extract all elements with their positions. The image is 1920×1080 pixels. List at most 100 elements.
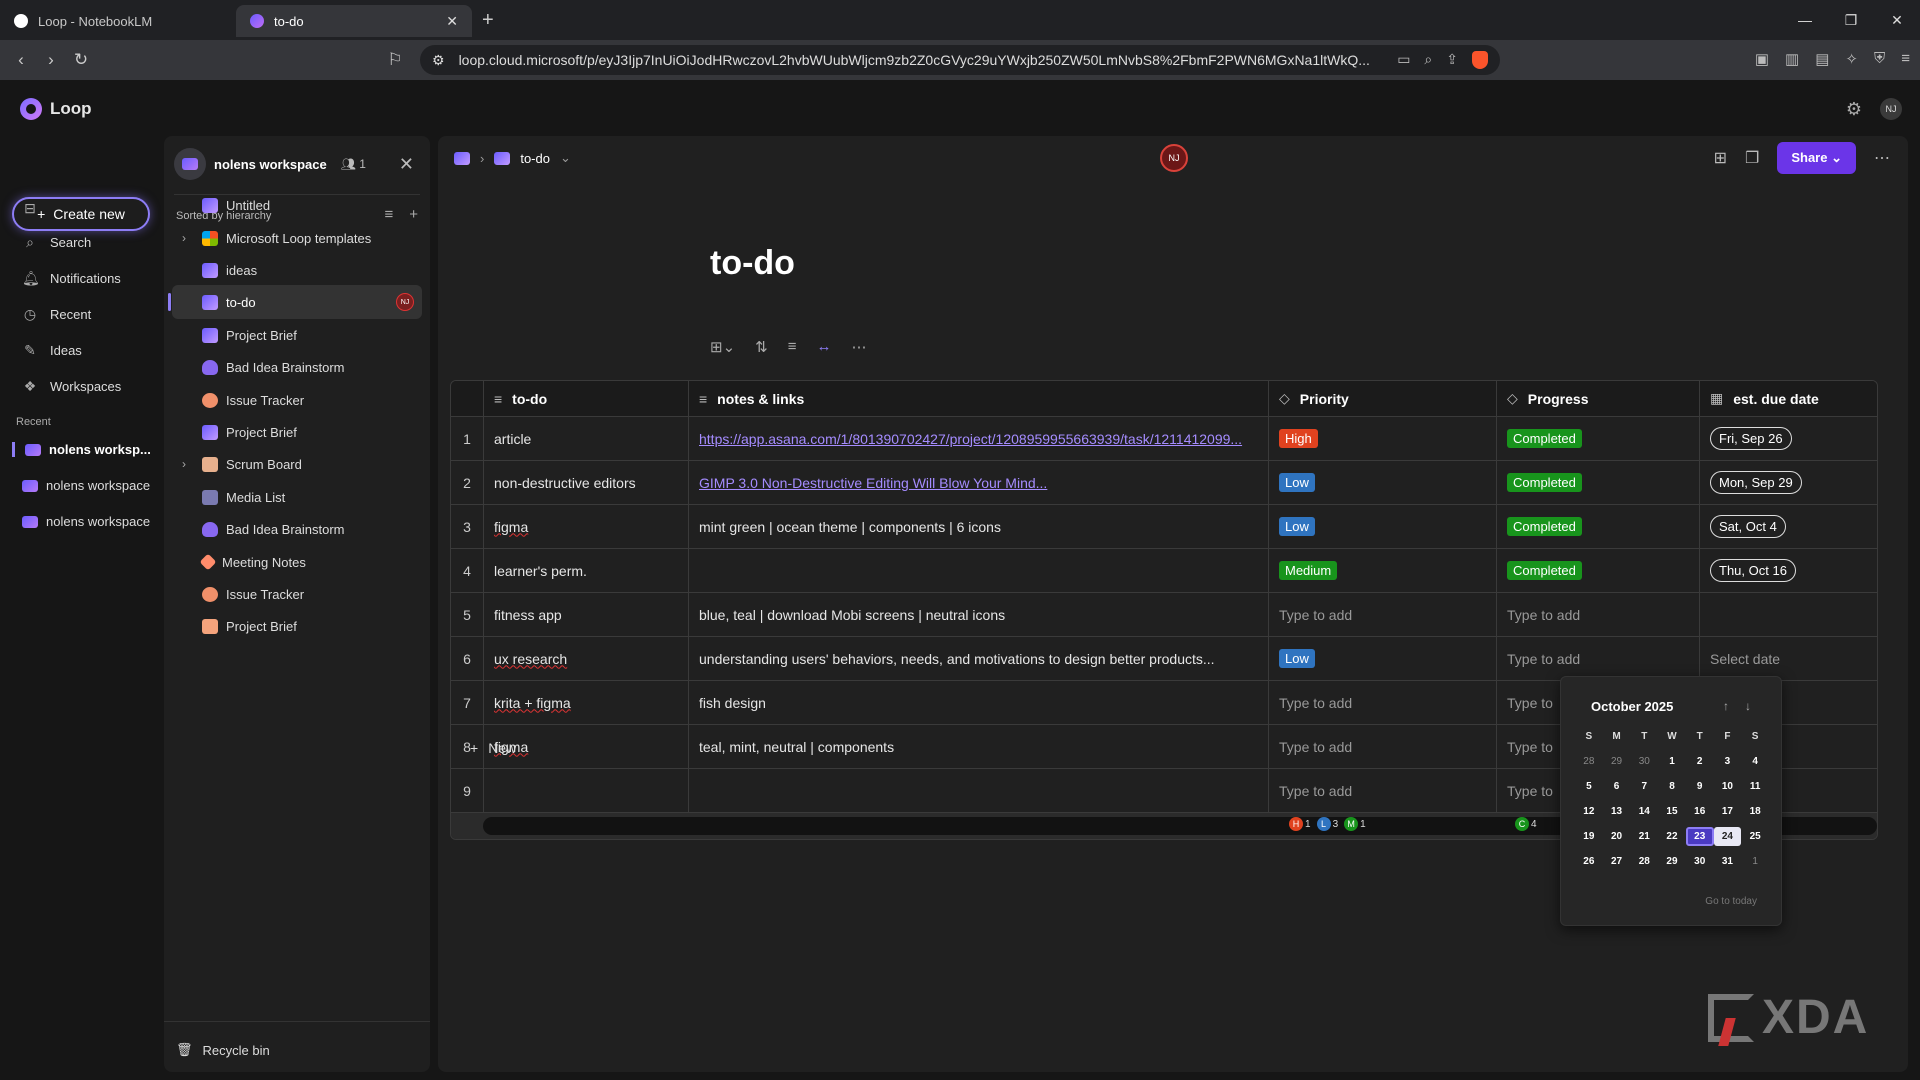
- notes-cell[interactable]: understanding users' behaviors, needs, a…: [689, 637, 1269, 680]
- chevron-right-icon[interactable]: ›: [182, 457, 186, 471]
- more-icon[interactable]: ⋯: [1874, 148, 1890, 168]
- notes-cell[interactable]: fish design: [689, 681, 1269, 724]
- page-title[interactable]: to-do: [710, 244, 795, 283]
- menu-icon[interactable]: ≡: [1901, 50, 1910, 68]
- progress-cell[interactable]: Type to add: [1497, 593, 1700, 636]
- tree-item[interactable]: Project Brief: [172, 415, 422, 449]
- calendar-day[interactable]: 30: [1686, 852, 1714, 871]
- due-date-cell[interactable]: Fri, Sep 26: [1700, 417, 1877, 460]
- calendar-day[interactable]: 26: [1575, 852, 1603, 871]
- calendar-day[interactable]: 11: [1741, 777, 1769, 796]
- due-date-cell[interactable]: Sat, Oct 4: [1700, 505, 1877, 548]
- workspace-name[interactable]: nolens workspace: [214, 157, 327, 172]
- priority-cell[interactable]: Type to add: [1269, 681, 1497, 724]
- calendar-day[interactable]: 25: [1741, 827, 1769, 846]
- calendar-day[interactable]: 29: [1603, 752, 1631, 771]
- filter-icon[interactable]: ≡: [788, 338, 797, 356]
- tree-item[interactable]: Issue Tracker: [172, 383, 422, 417]
- tree-item[interactable]: Project Brief: [172, 609, 422, 643]
- tree-item[interactable]: to-do NJ: [168, 285, 422, 319]
- leo-icon[interactable]: ✧: [1845, 50, 1858, 68]
- next-month-icon[interactable]: ↓: [1745, 699, 1751, 713]
- todo-cell[interactable]: ux research: [484, 637, 689, 680]
- calendar-day[interactable]: 4: [1741, 752, 1769, 771]
- calendar-day[interactable]: 27: [1603, 852, 1631, 871]
- calendar-day[interactable]: 21: [1630, 827, 1658, 846]
- chevron-right-icon[interactable]: ›: [182, 231, 186, 245]
- priority-cell[interactable]: Type to add: [1269, 769, 1497, 812]
- calendar-day[interactable]: 1: [1741, 852, 1769, 871]
- priority-cell[interactable]: Type to add: [1269, 725, 1497, 768]
- reload-icon[interactable]: ↻: [66, 50, 96, 70]
- breadcrumb-page[interactable]: to-do: [520, 151, 550, 166]
- calendar-day[interactable]: 1: [1658, 752, 1686, 771]
- priority-cell[interactable]: Low: [1269, 461, 1497, 504]
- calendar-day[interactable]: 13: [1603, 802, 1631, 821]
- calendar-day[interactable]: 29: [1658, 852, 1686, 871]
- column-header[interactable]: ◇ Progress: [1497, 381, 1700, 416]
- nav-search[interactable]: ⌕ Search: [22, 234, 91, 251]
- due-date-cell[interactable]: Select date: [1700, 637, 1877, 680]
- loop-logo[interactable]: Loop: [20, 98, 92, 120]
- restore-button[interactable]: ❐: [1828, 0, 1874, 40]
- tree-item[interactable]: Untitled: [172, 188, 422, 222]
- back-icon[interactable]: ‹: [6, 50, 36, 70]
- calendar-day[interactable]: 7: [1630, 777, 1658, 796]
- table-row[interactable]: 1 article https://app.asana.com/1/80139070…: [451, 417, 1877, 461]
- notes-cell[interactable]: GIMP 3.0 Non-Destructive Editing Will Bl…: [689, 461, 1269, 504]
- todo-cell[interactable]: [484, 769, 689, 812]
- calendar-day[interactable]: 19: [1575, 827, 1603, 846]
- todo-cell[interactable]: learner's perm.: [484, 549, 689, 592]
- table-row[interactable]: 5 fitness app blue, teal | download Mobi s…: [451, 593, 1877, 637]
- vpn-icon[interactable]: ⛨: [1874, 50, 1885, 68]
- table-row[interactable]: 6 ux research understanding users' behavio…: [451, 637, 1877, 681]
- calendar-day[interactable]: 10: [1714, 777, 1742, 796]
- share-button[interactable]: Share ⌄: [1777, 142, 1856, 174]
- nav-ideas[interactable]: ✎ Ideas: [22, 342, 82, 359]
- recycle-bin[interactable]: 🗑︎ Recycle bin: [176, 1042, 270, 1058]
- calendar-day[interactable]: 17: [1714, 802, 1742, 821]
- cast-icon[interactable]: ▭: [1397, 51, 1410, 69]
- calendar-day[interactable]: 2: [1686, 752, 1714, 771]
- tree-item[interactable]: › Scrum Board: [172, 447, 422, 481]
- go-to-today-link[interactable]: Go to today: [1705, 896, 1757, 907]
- priority-cell[interactable]: Low: [1269, 637, 1497, 680]
- calendar-day[interactable]: 28: [1630, 852, 1658, 871]
- table-view-icon[interactable]: ⊞⌄: [710, 338, 735, 356]
- due-date-cell[interactable]: Mon, Sep 29: [1700, 461, 1877, 504]
- table-row[interactable]: 4 learner's perm. Medium Completed Thu, Oct …: [451, 549, 1877, 593]
- close-window-button[interactable]: ✕: [1874, 0, 1920, 40]
- notes-cell[interactable]: blue, teal | download Mobi screens | neu…: [689, 593, 1269, 636]
- url-text[interactable]: loop.cloud.microsoft/p/eyJ3Ijp7InUiOiJod…: [459, 52, 1398, 68]
- tree-item[interactable]: Bad Idea Brainstorm: [172, 512, 422, 546]
- wallet2-icon[interactable]: ▤: [1815, 50, 1829, 68]
- nav-workspaces[interactable]: ❖ Workspaces: [22, 378, 122, 395]
- calendar-day[interactable]: 28: [1575, 752, 1603, 771]
- browser-tab-notebooklm[interactable]: Loop - NotebookLM: [0, 5, 236, 37]
- add-row-button[interactable]: + New: [470, 740, 516, 756]
- progress-cell[interactable]: Completed: [1497, 417, 1700, 460]
- omnibox[interactable]: ⚙ loop.cloud.microsoft/p/eyJ3Ijp7InUiOiJ…: [420, 45, 1500, 75]
- minimize-button[interactable]: —: [1782, 0, 1828, 40]
- calendar-day[interactable]: 8: [1658, 777, 1686, 796]
- calendar-day[interactable]: 23: [1685, 827, 1714, 846]
- calendar-day[interactable]: 3: [1714, 752, 1742, 771]
- tree-item[interactable]: Project Brief: [172, 318, 422, 352]
- progress-cell[interactable]: Completed: [1497, 549, 1700, 592]
- column-header[interactable]: ≡ notes & links: [689, 381, 1269, 416]
- brave-shield-icon[interactable]: [1472, 51, 1488, 69]
- priority-cell[interactable]: High: [1269, 417, 1497, 460]
- recent-workspace-2[interactable]: nolens workspace: [12, 478, 150, 493]
- progress-cell[interactable]: Type to add: [1497, 637, 1700, 680]
- close-tab-icon[interactable]: ✕: [446, 13, 458, 30]
- members-count[interactable]: 👥︎ 1: [341, 157, 366, 171]
- bookmark-icon[interactable]: ⚐: [380, 50, 410, 70]
- notes-cell[interactable]: https://app.asana.com/1/801390702427/pro…: [689, 417, 1269, 460]
- notes-link[interactable]: GIMP 3.0 Non-Destructive Editing Will Bl…: [699, 475, 1047, 491]
- calendar-day[interactable]: 9: [1686, 777, 1714, 796]
- todo-cell[interactable]: figma: [484, 505, 689, 548]
- table-row[interactable]: 2 non-destructive editors GIMP 3.0 Non-Des…: [451, 461, 1877, 505]
- priority-cell[interactable]: Medium: [1269, 549, 1497, 592]
- todo-cell[interactable]: non-destructive editors: [484, 461, 689, 504]
- settings-icon[interactable]: ⚙: [1846, 99, 1862, 120]
